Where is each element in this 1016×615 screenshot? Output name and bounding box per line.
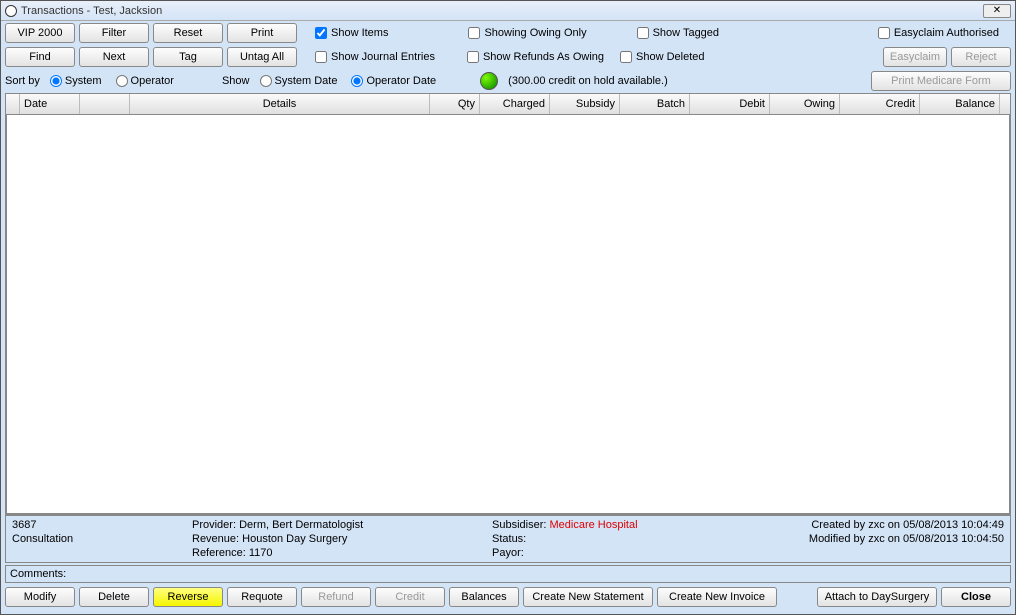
showing-owing-checkbox[interactable]: Showing Owing Only — [468, 27, 586, 39]
window-close-button[interactable]: ✕ — [983, 4, 1011, 18]
show-journal-checkbox[interactable]: Show Journal Entries — [315, 51, 435, 63]
col-debit[interactable]: Debit — [690, 94, 770, 114]
show-refunds-checkbox[interactable]: Show Refunds As Owing — [467, 51, 604, 63]
requote-button[interactable]: Requote — [227, 587, 297, 607]
show-tagged-checkbox[interactable]: Show Tagged — [637, 27, 719, 39]
col-balance[interactable]: Balance — [920, 94, 1000, 114]
vip-2000-button[interactable]: VIP 2000 — [5, 23, 75, 43]
attach-daysurgery-button[interactable]: Attach to DaySurgery — [817, 587, 937, 607]
untag-all-button[interactable]: Untag All — [227, 47, 297, 67]
close-button[interactable]: Close — [941, 587, 1011, 607]
delete-button[interactable]: Delete — [79, 587, 149, 607]
info-id: 3687 — [12, 519, 192, 531]
sort-row: Sort by System Operator Show System Date… — [1, 69, 1015, 93]
sort-system-radio[interactable]: System — [50, 75, 102, 87]
info-provider: Derm, Bert Dermatologist — [239, 519, 363, 531]
reverse-button[interactable]: Reverse — [153, 587, 223, 607]
col-subsidy[interactable]: Subsidy — [550, 94, 620, 114]
modify-button[interactable]: Modify — [5, 587, 75, 607]
col-qty[interactable]: Qty — [430, 94, 480, 114]
easyclaim-button[interactable]: Easyclaim — [883, 47, 947, 67]
col-batch[interactable]: Batch — [620, 94, 690, 114]
next-button[interactable]: Next — [79, 47, 149, 67]
col-date[interactable]: Date — [20, 94, 80, 114]
show-label: Show — [222, 75, 250, 87]
credit-message: (300.00 credit on hold available.) — [508, 75, 668, 87]
reject-button[interactable]: Reject — [951, 47, 1011, 67]
filter-button[interactable]: Filter — [79, 23, 149, 43]
toolbar-row-1: VIP 2000 Filter Reset Print Show Items S… — [1, 21, 1015, 45]
info-type: Consultation — [12, 533, 192, 545]
credit-button[interactable]: Credit — [375, 587, 445, 607]
show-items-checkbox[interactable]: Show Items — [315, 27, 388, 39]
show-deleted-checkbox[interactable]: Show Deleted — [620, 51, 705, 63]
refund-button[interactable]: Refund — [301, 587, 371, 607]
show-opdate-radio[interactable]: Operator Date — [351, 75, 436, 87]
find-button[interactable]: Find — [5, 47, 75, 67]
balances-button[interactable]: Balances — [449, 587, 519, 607]
col-credit[interactable]: Credit — [840, 94, 920, 114]
info-modified: Modified by zxc on 05/08/2013 10:04:50 — [724, 533, 1004, 545]
info-revenue: Houston Day Surgery — [242, 533, 347, 545]
info-subsidiser: Medicare Hospital — [549, 519, 637, 531]
create-invoice-button[interactable]: Create New Invoice — [657, 587, 777, 607]
window-title: Transactions - Test, Jacksion — [21, 5, 983, 17]
sort-operator-radio[interactable]: Operator — [116, 75, 174, 87]
tag-button[interactable]: Tag — [153, 47, 223, 67]
app-icon — [5, 5, 17, 17]
col-charged[interactable]: Charged — [480, 94, 550, 114]
titlebar: Transactions - Test, Jacksion ✕ — [1, 1, 1015, 21]
col-details[interactable]: Details — [130, 94, 430, 114]
table-body[interactable] — [6, 114, 1010, 514]
create-statement-button[interactable]: Create New Statement — [523, 587, 653, 607]
credit-indicator-icon — [480, 72, 498, 90]
info-reference: 1170 — [249, 547, 273, 559]
easyclaim-authorised-checkbox[interactable]: Easyclaim Authorised — [878, 27, 999, 39]
toolbar-row-2: Find Next Tag Untag All Show Journal Ent… — [1, 45, 1015, 69]
print-button[interactable]: Print — [227, 23, 297, 43]
comments-field[interactable]: Comments: — [5, 565, 1011, 583]
transactions-table: Date Details Qty Charged Subsidy Batch D… — [5, 93, 1011, 515]
reset-button[interactable]: Reset — [153, 23, 223, 43]
show-sysdate-radio[interactable]: System Date — [260, 75, 338, 87]
table-header: Date Details Qty Charged Subsidy Batch D… — [6, 94, 1010, 114]
sortby-label: Sort by — [5, 75, 40, 87]
info-panel: 3687 Provider: Derm, Bert Dermatologist … — [5, 515, 1011, 563]
print-medicare-button[interactable]: Print Medicare Form — [871, 71, 1011, 91]
col-owing[interactable]: Owing — [770, 94, 840, 114]
info-created: Created by zxc on 05/08/2013 10:04:49 — [724, 519, 1004, 531]
bottom-bar: Modify Delete Reverse Requote Refund Cre… — [1, 583, 1015, 611]
